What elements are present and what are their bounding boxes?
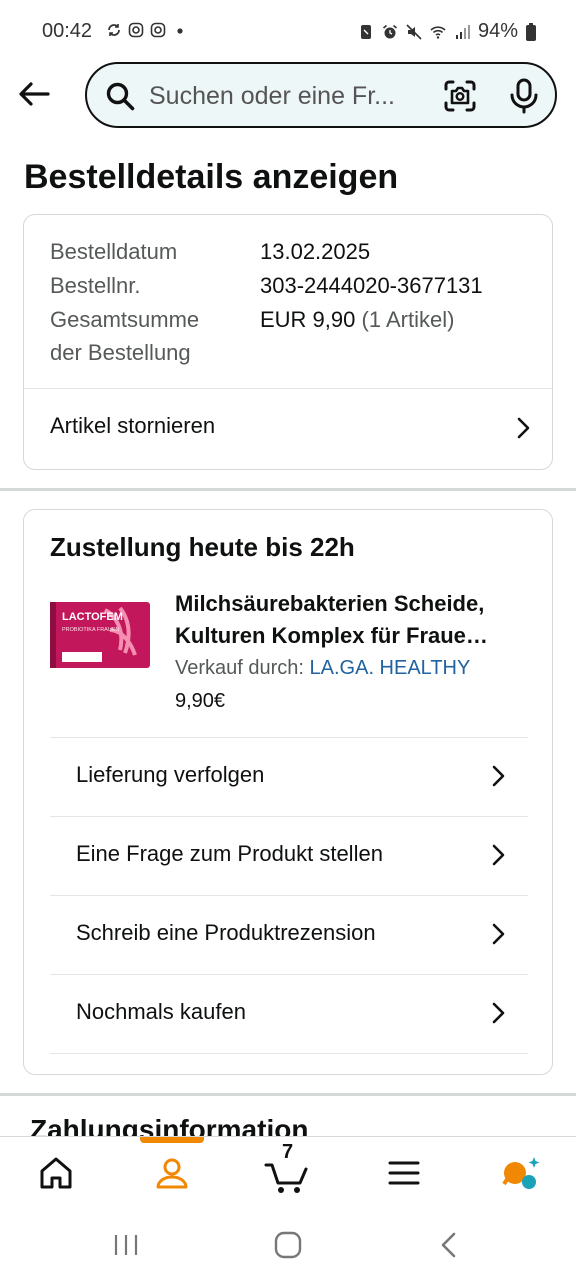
menu-icon[interactable] (382, 1151, 426, 1195)
back-arrow-icon[interactable] (16, 76, 52, 112)
divider (50, 1053, 528, 1054)
instagram-icon (128, 22, 144, 38)
page-title: Bestelldetails anzeigen (24, 158, 399, 196)
product-title-line2: Kulturen Komplex für Fraue… (175, 623, 488, 648)
ask-question-row[interactable]: Eine Frage zum Produkt stellen (50, 816, 528, 895)
order-total-items: (1 Artikel) (361, 307, 455, 332)
order-total-label-line1: Gesamtsumme (50, 307, 200, 332)
mute-icon (406, 23, 422, 40)
search-input[interactable]: Suchen oder eine Fr... (149, 82, 419, 111)
battery-percent: 94% (477, 20, 518, 42)
sync-icon (108, 24, 120, 36)
seller-link[interactable]: LA.GA. HEALTHY (310, 657, 471, 679)
chevron-right-icon (492, 923, 505, 945)
cancel-items-label: Artikel stornieren (50, 413, 216, 438)
status-bar: 00:42 94% (0, 0, 576, 64)
signal-icon (455, 24, 470, 39)
status-time: 00:42 (42, 20, 93, 42)
product-price: 9,90€ (175, 690, 226, 712)
active-tab-indicator (140, 1137, 204, 1143)
chevron-right-icon (517, 417, 530, 439)
product-title-line1: Milchsäurebakterien Scheide, (175, 591, 485, 616)
buy-again-label: Nochmals kaufen (76, 999, 246, 1024)
product-image-subtext: PROBIOTIKA FRAUEN (62, 627, 119, 633)
camera-search-icon[interactable] (443, 79, 477, 113)
payment-info-heading: Zahlungsinformation (30, 1114, 309, 1138)
product-title[interactable]: Milchsäurebakterien Scheide, Kulturen Ko… (175, 588, 535, 652)
recent-apps-icon[interactable] (106, 1230, 146, 1260)
dot-icon (177, 28, 183, 34)
search-header: Suchen oder eine Fr... (0, 60, 576, 132)
order-date-value: 13.02.2025 (260, 239, 371, 264)
back-button-icon[interactable] (430, 1230, 470, 1260)
track-delivery-label: Lieferung verfolgen (76, 762, 265, 787)
seller-prefix: Verkauf durch: (175, 657, 310, 679)
home-button-icon[interactable] (268, 1230, 308, 1260)
divider (50, 737, 528, 738)
divider (50, 895, 528, 896)
order-total-label-line2: der Bestellung (50, 340, 191, 365)
product-image[interactable]: LACTOFEM PROBIOTIKA FRAUEN (50, 600, 152, 670)
instagram-icon (150, 22, 166, 38)
battery-icon (526, 22, 536, 41)
order-number-label: Bestellnr. (50, 273, 141, 298)
order-number-value: 303-2444020-3677131 (260, 273, 483, 298)
cart-count: 7 (282, 1141, 294, 1163)
section-separator (0, 488, 576, 491)
status-right-icons: 94% (358, 20, 536, 43)
chevron-right-icon (492, 1002, 505, 1024)
account-icon[interactable] (150, 1151, 194, 1195)
cancel-items-row[interactable]: Artikel stornieren (24, 389, 552, 467)
nfc-icon (360, 24, 371, 39)
order-total-amount: EUR 9,90 (260, 307, 356, 332)
home-icon[interactable] (34, 1151, 78, 1195)
product-image-brand: LACTOFEM (62, 611, 123, 623)
bottom-navigation: 7 (0, 1136, 576, 1210)
divider (50, 974, 528, 975)
buy-again-row[interactable]: Nochmals kaufen (50, 974, 528, 1053)
track-delivery-row[interactable]: Lieferung verfolgen (50, 737, 528, 816)
rufus-assistant-icon[interactable] (498, 1151, 542, 1195)
search-bar[interactable]: Suchen oder eine Fr... (85, 62, 557, 128)
delivery-heading: Zustellung heute bis 22h (50, 532, 355, 562)
write-review-label: Schreib eine Produktrezension (76, 920, 376, 945)
search-icon (106, 82, 135, 111)
order-summary-card: Bestelldatum 13.02.2025 Bestellnr. 303-2… (23, 214, 553, 470)
system-navigation-bar (0, 1210, 576, 1280)
divider (50, 816, 528, 817)
delivery-card: Zustellung heute bis 22h LACTOFEM PROBIO… (23, 509, 553, 1075)
wifi-icon (430, 25, 446, 39)
alarm-icon (382, 24, 397, 38)
chevron-right-icon (492, 765, 505, 787)
write-review-row[interactable]: Schreib eine Produktrezension (50, 895, 528, 974)
seller-info: Verkauf durch: LA.GA. HEALTHY (175, 657, 470, 680)
status-left-icons (106, 22, 188, 38)
section-separator (0, 1093, 576, 1096)
microphone-icon[interactable] (507, 78, 541, 114)
order-total-value: EUR 9,90 (1 Artikel) (260, 307, 454, 333)
ask-question-label: Eine Frage zum Produkt stellen (76, 841, 383, 866)
order-date-label: Bestelldatum (50, 239, 178, 264)
chevron-right-icon (492, 844, 505, 866)
